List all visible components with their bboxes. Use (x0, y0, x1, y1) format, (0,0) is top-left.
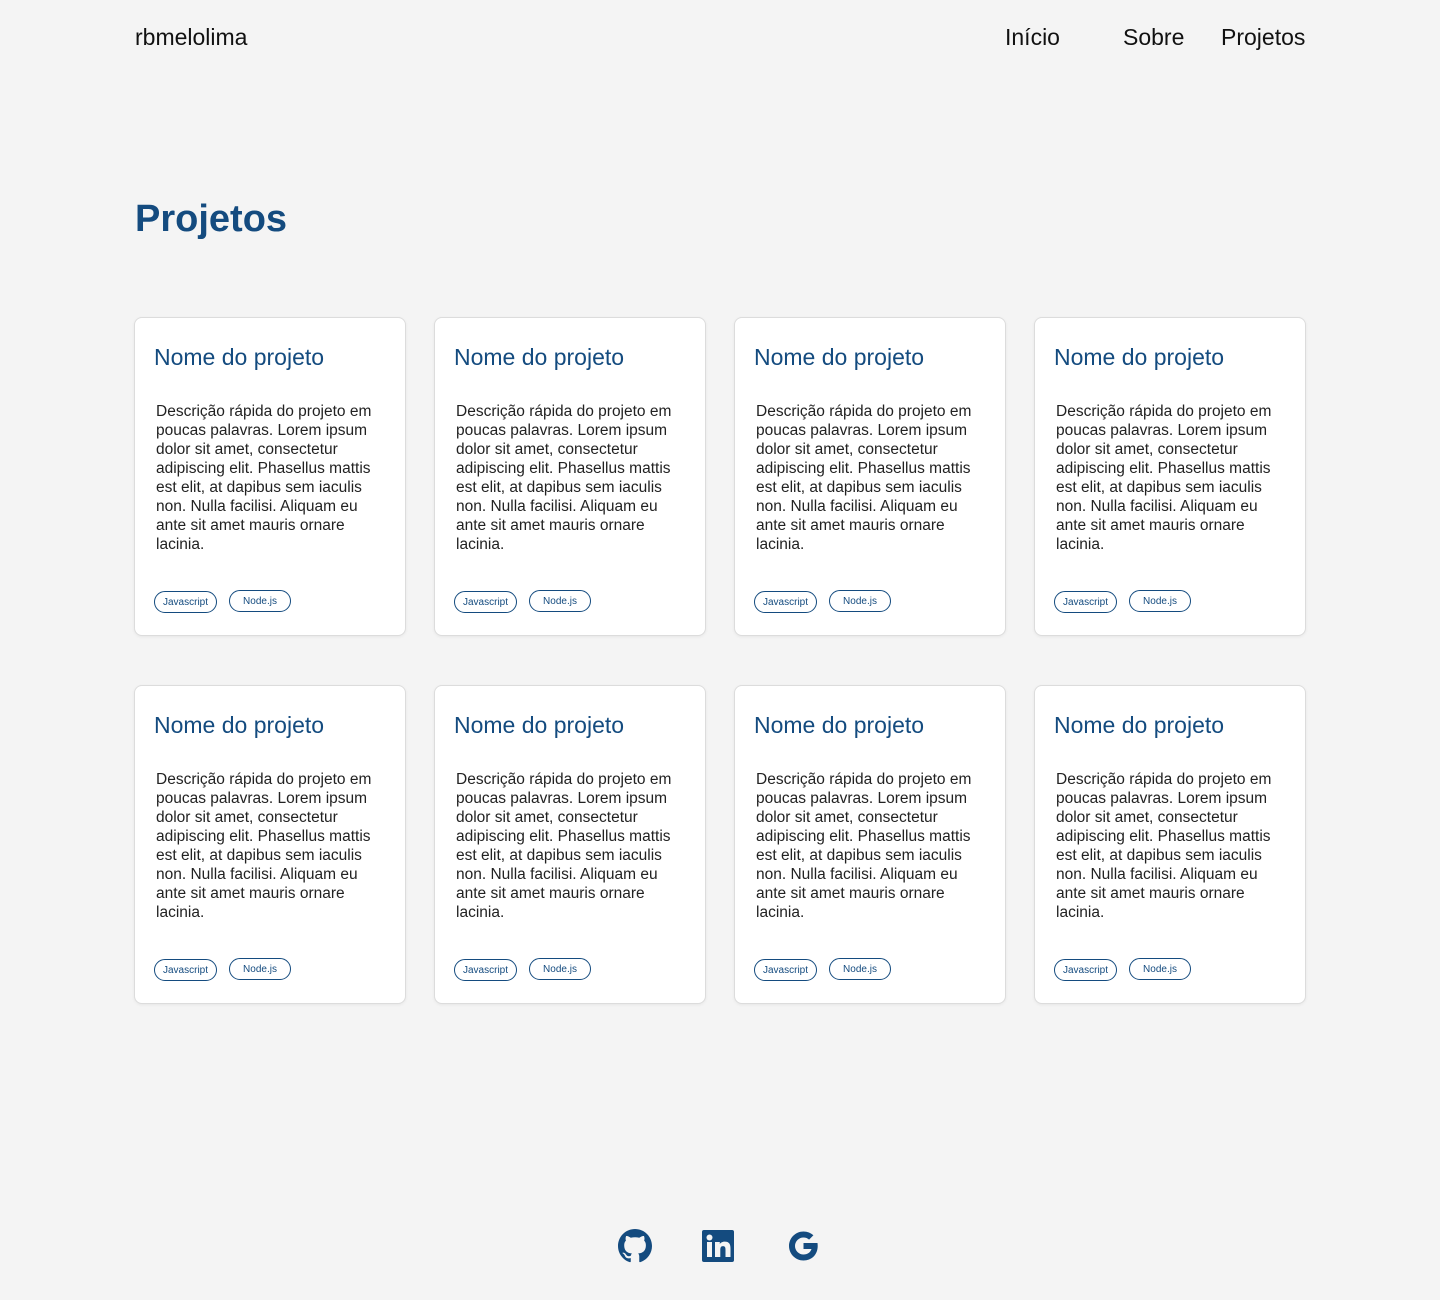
tag-nodejs[interactable]: Node.js (529, 958, 591, 980)
tag-javascript[interactable]: Javascript (1054, 959, 1117, 981)
project-description: Descrição rápida do projeto em poucas pa… (456, 771, 672, 921)
project-title: Nome do projeto (754, 712, 925, 738)
project-card[interactable]: Nome do projeto Descrição rápida do proj… (134, 685, 406, 1004)
project-title: Nome do projeto (754, 344, 925, 370)
project-title: Nome do projeto (1054, 712, 1225, 738)
project-card[interactable]: Nome do projeto Descrição rápida do proj… (1034, 317, 1306, 636)
tag-nodejs[interactable]: Node.js (829, 958, 891, 980)
project-description: Descrição rápida do projeto em poucas pa… (456, 403, 672, 553)
tag-javascript[interactable]: Javascript (154, 959, 217, 981)
projects-grid: Nome do projeto Descrição rápida do proj… (134, 317, 1306, 1004)
tag-nodejs[interactable]: Node.js (829, 590, 891, 612)
project-description: Descrição rápida do projeto em poucas pa… (756, 771, 972, 921)
project-description: Descrição rápida do projeto em poucas pa… (156, 771, 372, 921)
tag-nodejs[interactable]: Node.js (229, 958, 291, 980)
tag-javascript[interactable]: Javascript (454, 959, 517, 981)
project-card[interactable]: Nome do projeto Descrição rápida do proj… (734, 317, 1006, 636)
tag-javascript[interactable]: Javascript (754, 591, 817, 613)
nav-link-sobre[interactable]: Sobre (1123, 24, 1184, 51)
project-title: Nome do projeto (454, 344, 625, 370)
tag-javascript[interactable]: Javascript (454, 591, 517, 613)
project-description: Descrição rápida do projeto em poucas pa… (156, 403, 372, 553)
nav-link-projetos[interactable]: Projetos (1221, 24, 1305, 51)
project-description: Descrição rápida do projeto em poucas pa… (1056, 403, 1272, 553)
project-description: Descrição rápida do projeto em poucas pa… (756, 403, 972, 553)
project-title: Nome do projeto (1054, 344, 1225, 370)
tag-nodejs[interactable]: Node.js (1129, 590, 1191, 612)
site-header: rbmelolima Início Sobre Projetos (0, 0, 1440, 80)
linkedin-icon[interactable] (701, 1229, 735, 1263)
nav-link-inicio[interactable]: Início (1005, 24, 1060, 51)
project-card[interactable]: Nome do projeto Descrição rápida do proj… (134, 317, 406, 636)
brand-logo-text[interactable]: rbmelolima (135, 24, 247, 51)
tag-javascript[interactable]: Javascript (1054, 591, 1117, 613)
tag-javascript[interactable]: Javascript (154, 591, 217, 613)
tag-nodejs[interactable]: Node.js (1129, 958, 1191, 980)
project-title: Nome do projeto (154, 712, 325, 738)
project-title: Nome do projeto (454, 712, 625, 738)
project-card[interactable]: Nome do projeto Descrição rápida do proj… (734, 685, 1006, 1004)
page-title: Projetos (135, 198, 288, 240)
project-description: Descrição rápida do projeto em poucas pa… (1056, 771, 1272, 921)
project-card[interactable]: Nome do projeto Descrição rápida do proj… (434, 317, 706, 636)
google-icon[interactable] (786, 1229, 820, 1263)
github-icon[interactable] (618, 1229, 652, 1263)
tag-javascript[interactable]: Javascript (754, 959, 817, 981)
project-title: Nome do projeto (154, 344, 325, 370)
tag-nodejs[interactable]: Node.js (229, 590, 291, 612)
project-card[interactable]: Nome do projeto Descrição rápida do proj… (434, 685, 706, 1004)
project-card[interactable]: Nome do projeto Descrição rápida do proj… (1034, 685, 1306, 1004)
tag-nodejs[interactable]: Node.js (529, 590, 591, 612)
